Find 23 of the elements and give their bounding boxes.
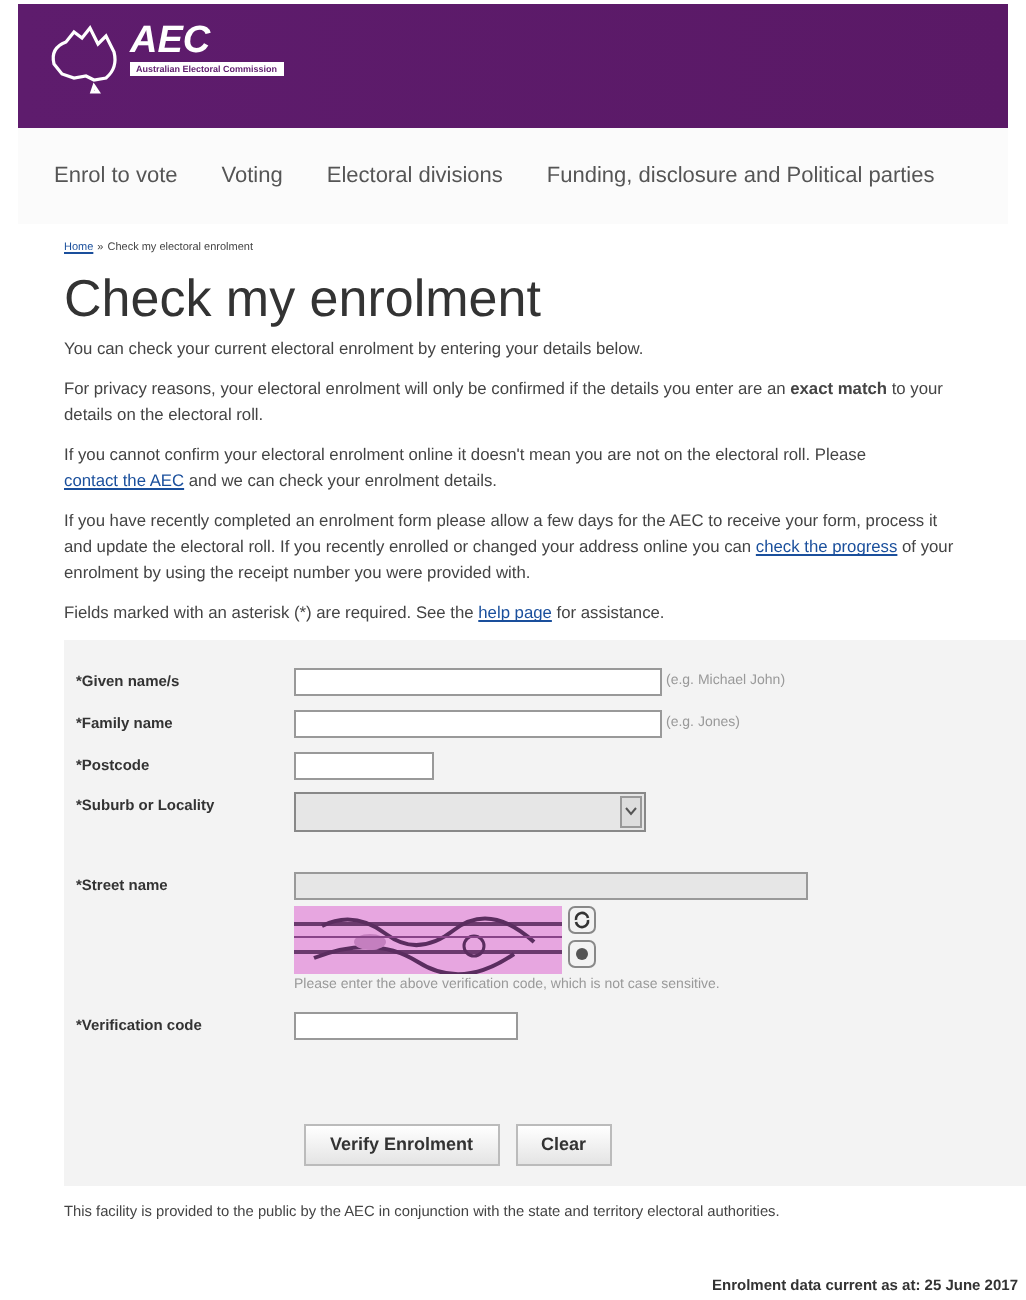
text-field[interactable]	[294, 668, 662, 697]
chevron-down-icon	[620, 796, 642, 829]
form-button[interactable]: Verify Enrolment	[304, 1123, 500, 1166]
nav-link[interactable]: Voting	[221, 159, 283, 193]
page-title: Check my enrolment	[64, 268, 543, 329]
paragraph: You can check your current electoral enrolment by entering your details below.	[64, 336, 646, 363]
australia-map-icon	[46, 24, 122, 96]
nav-link[interactable]: Enrol to vote	[54, 159, 178, 193]
logo-title: AEC	[130, 24, 213, 60]
paragraph: If you have recently completed an enrolment form please allow a few days for the AEC to receive your form, process it and update the electoral roll. If you recently enrolled or changed your address online you can check the progress of your enrolment by using the receipt number you were provided with.	[64, 508, 956, 587]
text-link[interactable]: check the progress	[755, 536, 898, 557]
nav-link[interactable]: Funding, disclosure and Political parties	[546, 159, 935, 193]
refresh-icon[interactable]	[568, 906, 596, 935]
nav-link[interactable]: Electoral divisions	[326, 159, 503, 193]
text-link[interactable]: contact the AEC	[64, 470, 185, 491]
paragraph: Fields marked with an asterisk (*) are required. See the help page for assistance.	[64, 600, 667, 627]
paragraph: If you cannot confirm your electoral enrolment online it doesn't mean you are not on the electoral roll. Please contact the AEC and we can check your enrolment details.	[64, 442, 869, 495]
text-field[interactable]	[294, 710, 662, 739]
form-button[interactable]: Clear	[515, 1123, 613, 1166]
text-field[interactable]	[294, 752, 434, 781]
text-link[interactable]: help page	[478, 602, 552, 623]
paragraph: For privacy reasons, your electoral enrolment will only be confirmed if the details you enter are an exact match to your details on the electoral roll.	[64, 376, 945, 429]
text-field[interactable]	[294, 1011, 518, 1040]
